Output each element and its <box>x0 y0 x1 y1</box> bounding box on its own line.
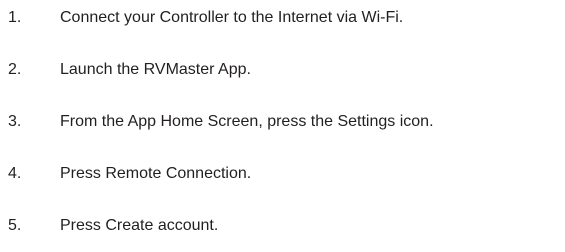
step-text: Launch the RVMaster App. <box>60 61 251 78</box>
step-text: Press Remote Connection. <box>60 165 252 182</box>
step-number: 3. <box>8 113 22 130</box>
step-3: 3. From the App Home Screen, press the S… <box>0 110 565 134</box>
step-4: 4. Press Remote Connection. <box>0 162 565 186</box>
step-number: 5. <box>8 217 22 234</box>
step-number: 2. <box>8 61 22 78</box>
step-1: 1. Connect your Controller to the Intern… <box>0 6 565 30</box>
step-2: 2. Launch the RVMaster App. <box>0 58 565 82</box>
step-5: 5. Press Create account. <box>0 214 565 238</box>
step-number: 4. <box>8 165 22 182</box>
step-text: From the App Home Screen, press the Sett… <box>60 113 434 130</box>
step-text: Connect your Controller to the Internet … <box>60 9 404 26</box>
step-number: 1. <box>8 9 22 26</box>
step-text: Press Create account. <box>60 217 219 234</box>
